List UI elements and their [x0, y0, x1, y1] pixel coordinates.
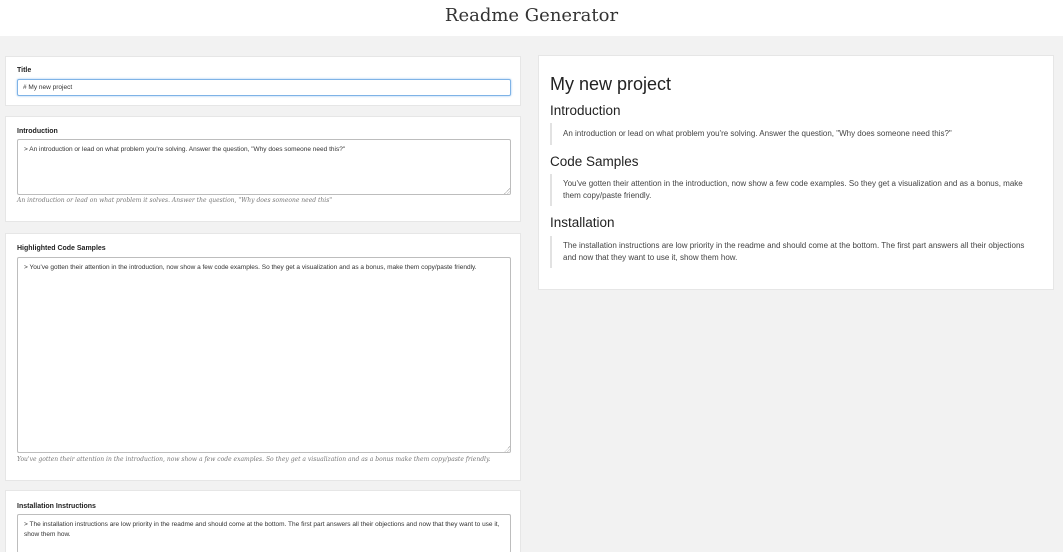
preview-heading-introduction: Introduction — [550, 103, 621, 118]
introduction-panel: Introduction > An introduction or lead o… — [5, 116, 521, 222]
preview-quote-introduction: An introduction or lead on what problem … — [550, 123, 1030, 145]
code-samples-label: Highlighted Code Samples — [17, 245, 106, 252]
title-label: Title — [17, 67, 32, 74]
title-panel: Title — [5, 56, 521, 106]
app-title: Readme Generator — [444, 5, 619, 26]
code-samples-textarea[interactable]: > You've gotten their attention in the i… — [17, 257, 511, 453]
installation-label: Installation Instructions — [17, 503, 96, 510]
app-header: Readme Generator — [0, 0, 1063, 36]
preview-panel: My new project Introduction An introduct… — [538, 55, 1054, 290]
introduction-textarea[interactable]: > An introduction or lead on what proble… — [17, 139, 511, 195]
preview-quote-installation: The installation instructions are low pr… — [550, 236, 1030, 268]
installation-textarea[interactable]: > The installation instructions are low … — [17, 514, 511, 552]
introduction-resize-handle[interactable] — [504, 188, 510, 194]
preview-heading-installation: Installation — [550, 215, 615, 230]
introduction-help-text: An introduction or lead on what problem … — [17, 197, 333, 204]
preview-heading-code-samples: Code Samples — [550, 154, 639, 169]
code-samples-resize-handle[interactable] — [504, 446, 510, 452]
title-input[interactable] — [17, 79, 511, 96]
preview-title: My new project — [550, 74, 672, 94]
introduction-label: Introduction — [17, 128, 58, 135]
installation-panel: Installation Instructions > The installa… — [5, 490, 521, 552]
code-samples-help-text: You've gotten their attention in the int… — [17, 456, 491, 463]
preview-quote-code-samples: You've gotten their attention in the int… — [550, 174, 1030, 206]
code-samples-panel: Highlighted Code Samples > You've gotten… — [5, 233, 521, 481]
